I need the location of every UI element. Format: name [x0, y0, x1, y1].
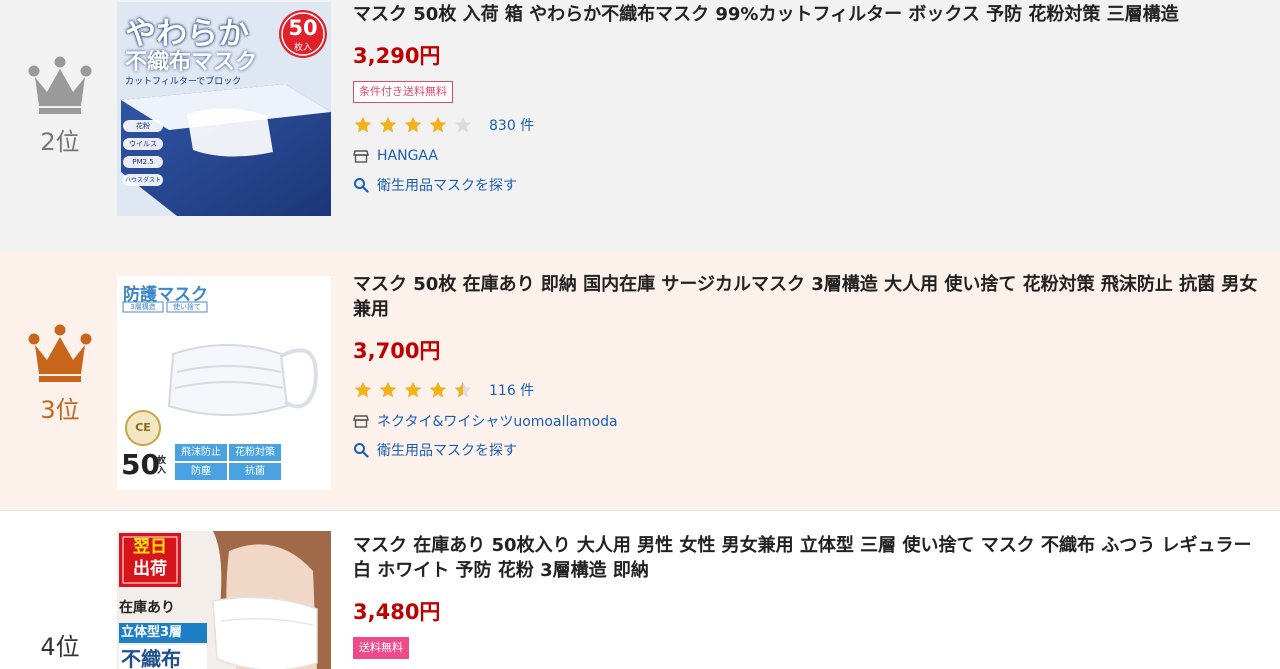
- shop-name[interactable]: ネクタイ&ワイシャツuomoallamoda: [377, 411, 618, 431]
- ce-mark: CE: [135, 421, 151, 434]
- search-icon: [354, 443, 369, 458]
- image-feature: 花粉: [136, 122, 150, 130]
- product-title[interactable]: マスク 50枚 在庫あり 即納 国内在庫 サージカルマスク 3層構造 大人用 使…: [353, 272, 1266, 322]
- rank-badge: 4位: [0, 621, 120, 662]
- crown-icon: [28, 324, 92, 382]
- image-count-unit: 枚入: [293, 43, 312, 53]
- image-count-unit: 枚入: [157, 456, 167, 476]
- image-subline: 不織布マスク: [125, 50, 258, 75]
- shop-icon: [353, 415, 369, 428]
- rating: 830 件: [353, 113, 1266, 137]
- image-red-tag: 出荷: [133, 559, 167, 579]
- rank-badge: 3位: [0, 324, 120, 425]
- image-count: 50: [121, 448, 160, 481]
- search-link-label[interactable]: 衛生用品マスクを探す: [377, 175, 517, 195]
- shop-name[interactable]: HANGAA: [377, 148, 438, 164]
- image-tag: 3層構造: [130, 303, 156, 311]
- image-red-tag: 翌日: [133, 537, 167, 557]
- star-icon: [404, 381, 422, 398]
- star-rating: [353, 115, 473, 135]
- product-title[interactable]: マスク 50枚 入荷 箱 やわらか不織布マスク 99%カットフィルター ボックス…: [353, 2, 1266, 27]
- ranking-item: 4位 翌日 出荷 在庫あり 立体型3層 不織布 マスク 在庫あり 50枚入り 大…: [0, 510, 1280, 669]
- star-half-icon: [454, 381, 472, 398]
- search-link[interactable]: 衛生用品マスクを探す: [353, 439, 1266, 461]
- search-icon: [354, 178, 369, 193]
- star-icon: [379, 116, 397, 133]
- rank-label: 4位: [40, 633, 80, 661]
- product-price: 3,290円: [353, 44, 441, 68]
- image-bottom: 不織布: [121, 647, 181, 669]
- star-icon: [429, 381, 447, 398]
- star-icon: [354, 381, 372, 398]
- shipping-badge: 送料無料: [353, 637, 409, 659]
- shipping-badge: 条件付き送料無料: [353, 81, 453, 103]
- image-feature: 飛沫防止: [181, 447, 221, 458]
- product-image[interactable]: 防護マスク 3層構造 使い捨て CE 50 枚入 飛沫防止 花粉対策 防塵 抗菌: [117, 276, 331, 490]
- image-feature: ウイルス: [129, 140, 157, 148]
- review-count[interactable]: 830 件: [489, 115, 534, 135]
- product-image[interactable]: 翌日 出荷 在庫あり 立体型3層 不織布: [117, 531, 331, 669]
- star-empty-icon: [454, 116, 472, 133]
- product-info: マスク 50枚 入荷 箱 やわらか不織布マスク 99%カットフィルター ボックス…: [353, 2, 1266, 196]
- image-stock: 在庫あり: [119, 600, 175, 616]
- product-price: 3,700円: [353, 339, 441, 363]
- shop-link[interactable]: HANGAA: [353, 145, 1266, 167]
- product-info: マスク 在庫あり 50枚入り 大人用 男性 女性 男女兼用 立体型 三層 使い捨…: [353, 533, 1266, 659]
- star-icon: [429, 116, 447, 133]
- image-feature: 抗菌: [245, 466, 265, 477]
- rating: 116 件: [353, 378, 1266, 402]
- shop-link[interactable]: ネクタイ&ワイシャツuomoallamoda: [353, 410, 1266, 432]
- star-icon: [354, 116, 372, 133]
- shop-icon: [353, 150, 369, 163]
- image-feature: 花粉対策: [235, 447, 275, 458]
- product-info: マスク 50枚 在庫あり 即納 国内在庫 サージカルマスク 3層構造 大人用 使…: [353, 272, 1266, 461]
- image-count: 50: [288, 16, 318, 40]
- crown-icon: [28, 56, 92, 114]
- star-icon: [379, 381, 397, 398]
- product-image[interactable]: やわらか 不織布マスク カットフィルターでブロック 50 枚入 花粉 ウイルス …: [117, 2, 331, 216]
- image-headline: 防護マスク: [123, 285, 208, 305]
- image-feature: 防塵: [191, 466, 211, 477]
- search-link[interactable]: 衛生用品マスクを探す: [353, 174, 1266, 196]
- image-feature: ハウスダスト: [124, 177, 161, 184]
- rank-badge: 2位: [0, 56, 120, 157]
- review-count[interactable]: 116 件: [489, 380, 534, 400]
- product-title[interactable]: マスク 在庫あり 50枚入り 大人用 男性 女性 男女兼用 立体型 三層 使い捨…: [353, 533, 1266, 583]
- product-price: 3,480円: [353, 600, 441, 624]
- ranking-item: 2位 やわらか 不織布マスク カットフィルターでブロック 50 枚入 花粉 ウイ…: [0, 0, 1280, 252]
- image-tag: 使い捨て: [173, 303, 201, 311]
- star-icon: [404, 116, 422, 133]
- search-link-label[interactable]: 衛生用品マスクを探す: [377, 440, 517, 460]
- rank-label: 3位: [40, 396, 80, 424]
- image-caption: カットフィルターでブロック: [125, 77, 242, 87]
- image-shape: 立体型3層: [121, 625, 183, 640]
- image-feature: PM2.5: [132, 158, 154, 166]
- star-rating: [353, 380, 473, 400]
- rank-label: 2位: [40, 128, 80, 156]
- ranking-item: 3位 防護マスク 3層構造 使い捨て CE 50 枚入 飛沫防止 花粉対策 防塵: [0, 252, 1280, 510]
